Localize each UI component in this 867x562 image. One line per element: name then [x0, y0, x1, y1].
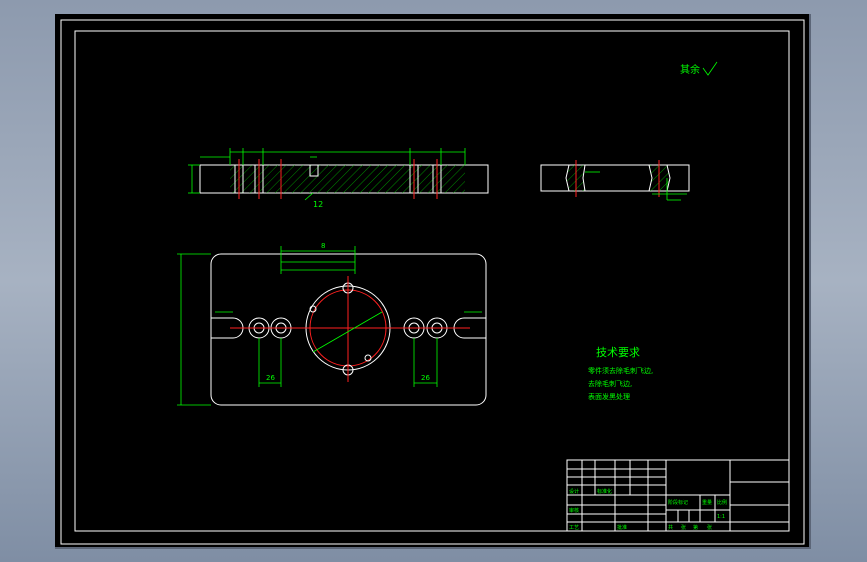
tech-req-title: 技术要求 [596, 346, 640, 359]
tb-scale: 比例 [717, 499, 727, 506]
tb-no: 第 [693, 524, 698, 531]
top-dim-label: 8 [321, 242, 325, 250]
tb-review: 审核 [569, 507, 579, 514]
tech-req-line-1: 零件须去除毛刺飞边, [588, 366, 653, 375]
tb-approve: 批准 [617, 524, 627, 531]
inner-frame [74, 30, 790, 532]
front-section-view: 12 [188, 148, 489, 209]
outer-frame [60, 19, 805, 545]
cad-viewport[interactable]: 其余 12 26 26 8 技术要求 零件须去除毛刺飞边, 去除毛刺飞边, 表面… [55, 14, 811, 549]
plan-dimensions [177, 246, 482, 406]
tb-scale-value: 1:1 [717, 514, 725, 520]
side-dimensions [585, 171, 687, 201]
tb-total: 共 [668, 524, 673, 531]
cad-drawing: 其余 12 26 26 8 技术要求 零件须去除毛刺飞边, 去除毛刺飞边, 表面… [60, 19, 805, 545]
section-depth-label: 12 [313, 200, 323, 209]
tech-requirements: 技术要求 零件须去除毛刺飞边, 去除毛刺飞边, 表面发黑处理 [588, 346, 653, 401]
tb-sheet: 张 [707, 524, 712, 531]
surface-roughness-note: 其余 [680, 61, 718, 76]
tb-sheets: 张 [681, 524, 686, 531]
title-block: 设计 标准化 审核 工艺 批准 阶段标记 重量 比例 共 张 第 张 1:1 [566, 459, 790, 532]
tb-standardization: 标准化 [597, 488, 612, 495]
section-hatch [230, 165, 465, 193]
plan-view: 26 26 8 [177, 242, 487, 406]
tb-design: 设计 [569, 488, 579, 495]
tb-stage-mark: 阶段标记 [668, 499, 688, 506]
tb-process: 工艺 [569, 525, 579, 531]
pitch-dim-right: 26 [421, 374, 430, 382]
side-view [540, 160, 690, 201]
tech-req-line-3: 表面发黑处理 [588, 392, 630, 401]
tech-req-line-2: 去除毛刺飞边, [588, 379, 632, 388]
tb-weight: 重量 [702, 499, 712, 506]
surface-note-text: 其余 [680, 63, 700, 76]
roughness-symbol-icon [702, 61, 718, 76]
pitch-dim-left: 26 [266, 374, 275, 382]
